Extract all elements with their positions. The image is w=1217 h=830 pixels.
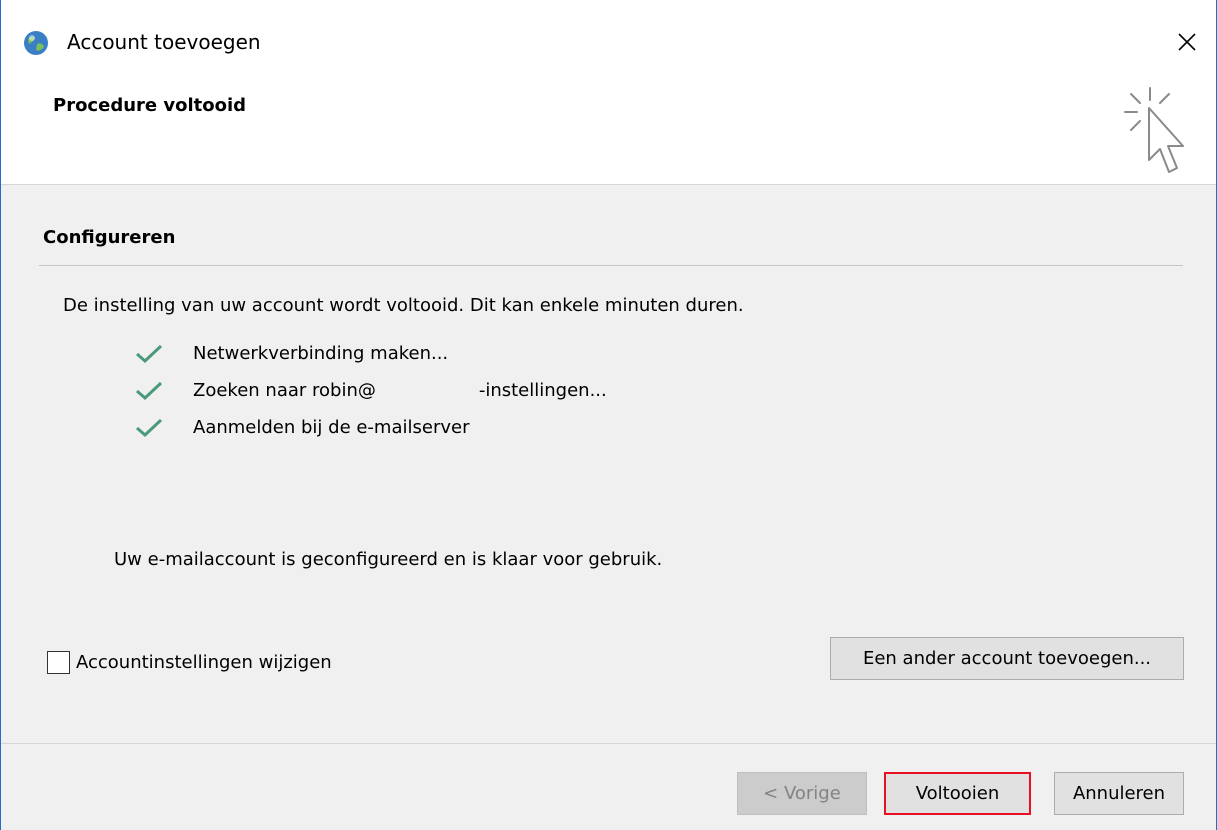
change-settings-checkbox[interactable] — [47, 651, 70, 674]
add-account-dialog: Account toevoegen Procedure voltooid Con… — [0, 0, 1217, 830]
step-item: Netwerkverbinding maken... — [131, 335, 607, 372]
dialog-footer: < Vorige Voltooien Annuleren — [1, 744, 1216, 830]
ready-message: Uw e-mailaccount is geconfigureerd en is… — [114, 549, 663, 570]
checkmark-icon — [136, 381, 163, 400]
add-other-account-button[interactable]: Een ander account toevoegen... — [830, 637, 1184, 680]
progress-steps: Netwerkverbinding maken... Zoeken naar r… — [131, 335, 607, 446]
step-label: Netwerkverbinding maken... — [193, 343, 449, 364]
step-item: Zoeken naar robin@ -instellingen... — [131, 372, 607, 409]
content-panel: Configureren De instelling van uw accoun… — [1, 184, 1216, 744]
intro-text: De instelling van uw account wordt volto… — [63, 295, 744, 316]
section-divider — [39, 265, 1183, 266]
window-title: Account toevoegen — [67, 30, 261, 54]
step-label: Aanmelden bij de e-mailserver — [193, 417, 470, 438]
page-title: Procedure voltooid — [53, 95, 247, 116]
close-icon — [1178, 33, 1196, 51]
step-label: Zoeken naar robin@ -instellingen... — [193, 380, 607, 401]
finish-button-label: Voltooien — [915, 783, 1000, 804]
close-button[interactable] — [1158, 20, 1216, 64]
section-title: Configureren — [43, 227, 176, 248]
finish-button[interactable]: Voltooien — [884, 772, 1031, 815]
back-button[interactable]: < Vorige — [737, 772, 867, 815]
outlook-globe-icon — [24, 31, 48, 55]
checkmark-icon — [136, 418, 163, 437]
title-bar: Account toevoegen — [1, 0, 1216, 78]
wizard-header: Procedure voltooid — [1, 78, 1216, 184]
change-settings-label: Accountinstellingen wijzigen — [76, 652, 332, 673]
cancel-button[interactable]: Annuleren — [1054, 772, 1184, 815]
cursor-click-icon — [1124, 87, 1184, 173]
change-settings-option[interactable]: Accountinstellingen wijzigen — [47, 651, 332, 674]
checkmark-icon — [136, 344, 163, 363]
step-item: Aanmelden bij de e-mailserver — [131, 409, 607, 446]
